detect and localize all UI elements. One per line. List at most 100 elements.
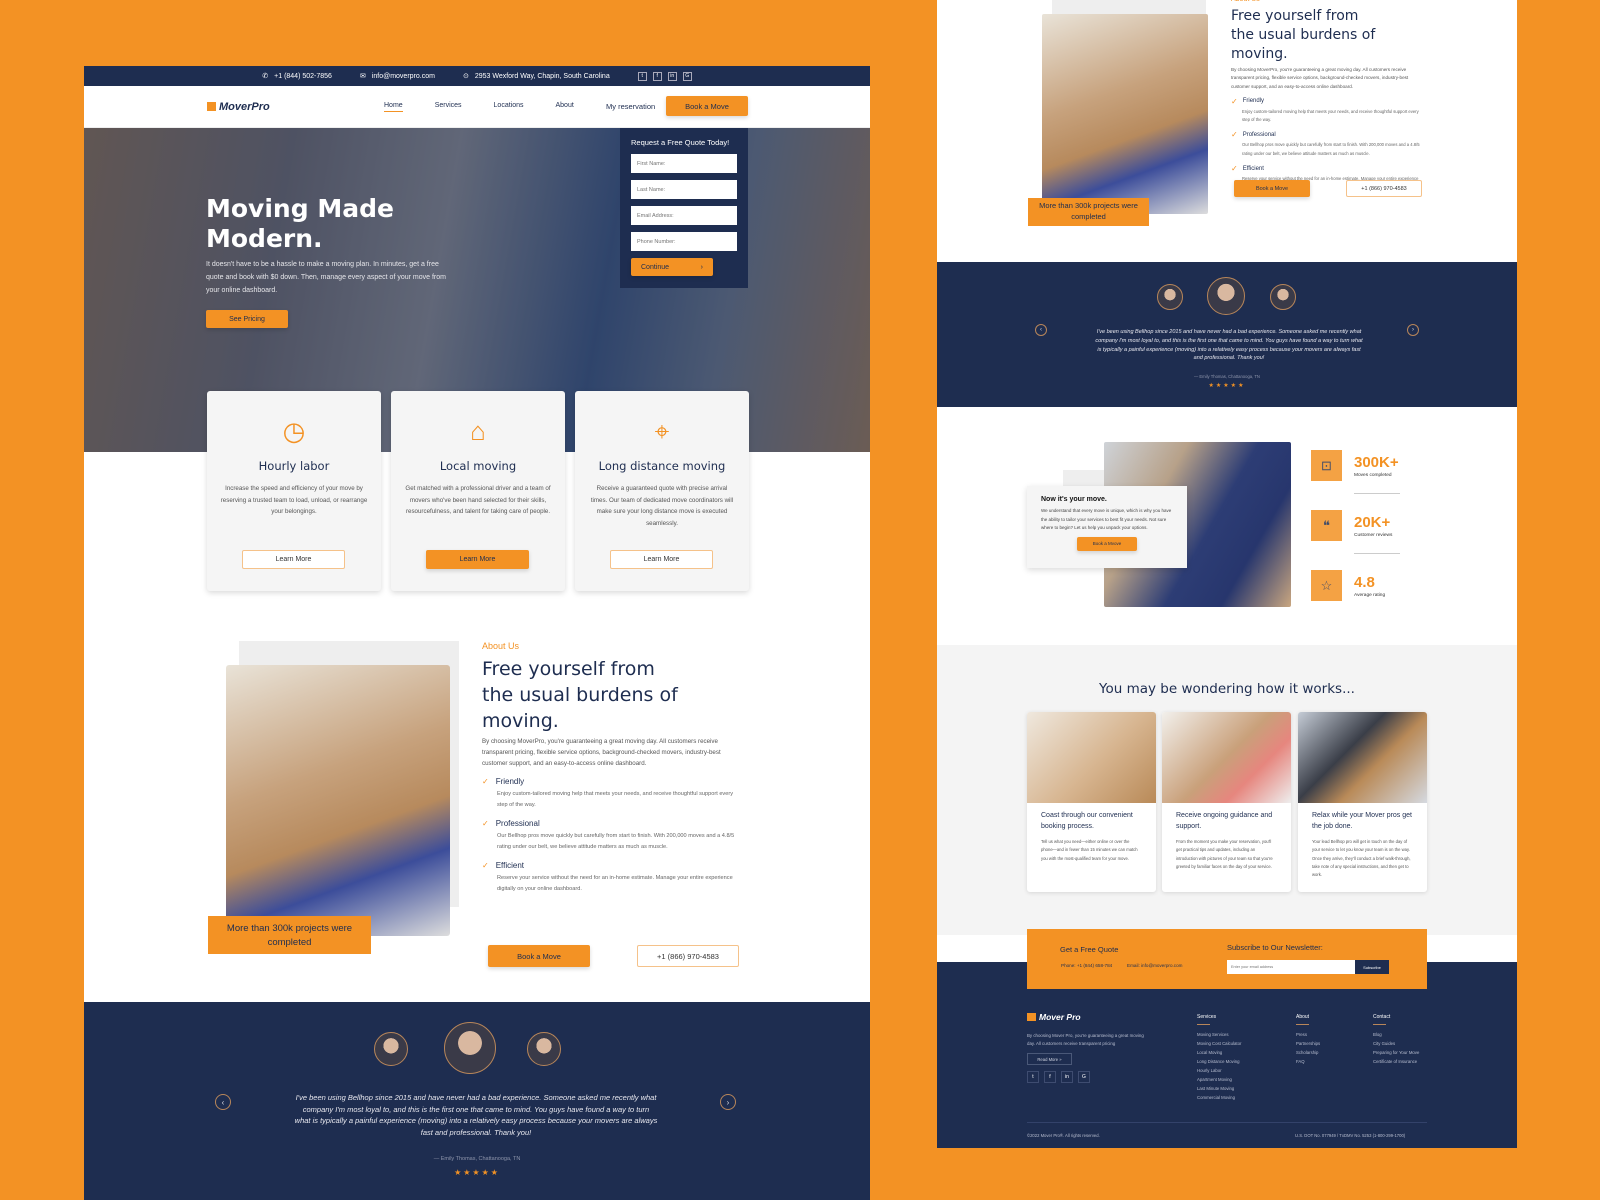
subscribe-button[interactable]: Subscribe [1355,960,1389,974]
check-icon: ✓ [1231,130,1238,140]
newsletter-email-input[interactable] [1227,960,1355,974]
see-pricing-button[interactable]: See Pricing [206,310,288,328]
chevron-right-icon: › [700,263,703,271]
prev-arrow-icon[interactable]: ‹ [215,1094,231,1110]
twitter-icon[interactable]: t [1027,1071,1039,1083]
feature-item: ✓ Professional Our Bellhop pros move quick… [482,819,735,850]
free-quote-title: Get a Free Quote [1060,945,1119,954]
footer-link[interactable]: Moving Cost Calculator [1197,1039,1241,1048]
footer-link[interactable]: Commercial Moving [1197,1093,1241,1102]
projects-badge: More than 300k projects were completed [1028,198,1149,226]
email-input[interactable] [631,206,737,225]
feature-item: ✓ Efficient Reserve your service without t… [482,861,733,892]
about-phone-button[interactable]: +1 (866) 970-4583 [637,945,739,967]
logo-mark-icon [207,102,216,111]
avatar[interactable] [374,1032,408,1066]
dot-license: U.S. DOT No. 077949 / TxDMV No. 5253 (1-… [1295,1133,1406,1138]
logo[interactable]: MoverPro [207,101,270,113]
footer-link[interactable]: Press [1296,1030,1320,1039]
prev-arrow-icon[interactable]: ‹ [1035,324,1047,336]
footer-link[interactable]: Hourly Labor [1197,1066,1241,1075]
rating-stars: ★★★★★ [454,1168,500,1177]
footer-description: By choosing Mover Pro, you're guaranteei… [1027,1033,1144,1047]
continue-button[interactable]: Continue › [631,258,713,276]
phone-input[interactable] [631,232,737,251]
facebook-icon[interactable]: f [652,71,662,81]
service-card: ⌖ Long distance moving Receive a guarant… [575,391,749,591]
location-pin-icon: ⊙ [462,73,469,80]
learn-more-button[interactable]: Learn More [426,550,529,569]
topbar-address: ⊙ 2953 Wexford Way, Chapin, South Carolin… [462,72,610,81]
about-book-button[interactable]: Book a Move [488,945,590,967]
google-icon[interactable]: G [1078,1071,1090,1083]
about-tag: About Us [1231,0,1427,3]
topbar-phone[interactable]: ✆ +1 (844) 502-7856 [262,72,332,81]
step-card: Receive ongoing guidance and support. Fro… [1162,712,1291,892]
nav-about[interactable]: About [556,102,574,112]
your-move-book-button[interactable]: Book a Mvove [1077,536,1137,551]
quote-phone[interactable]: Phone: +1 (844) 658-784 [1061,963,1112,968]
footer-quote-bar: Get a Free Quote Phone: +1 (844) 658-784… [1027,929,1427,989]
testimonial-author: — Emily Thomas, Chattanooga, TN [1194,374,1260,379]
linkedin-icon[interactable]: in [1061,1071,1073,1083]
rating-stars: ★★★★★ [1208,383,1246,389]
footer-link[interactable]: Last Minute Moving [1197,1084,1241,1093]
your-move-title: Now it's your move. [1041,496,1107,503]
stat-item: ⊡ 300K+ Moves completed [1311,450,1399,481]
footer-link[interactable]: Scholarship [1296,1048,1320,1057]
logo-mark-icon [1027,1013,1036,1021]
homepage-left: ✆ +1 (844) 502-7856 ✉ info@moverpro.com ⊙ 2… [84,66,870,1200]
google-icon[interactable]: G [682,71,692,81]
learn-more-button[interactable]: Learn More [242,550,345,569]
nav-locations[interactable]: Locations [494,102,524,112]
family-van-image [1298,712,1427,803]
learn-more-button[interactable]: Learn More [610,550,713,569]
avatar[interactable] [1157,284,1183,310]
facebook-icon[interactable]: f [1044,1071,1056,1083]
avatar-active[interactable] [444,1022,496,1074]
check-icon: ✓ [482,777,489,786]
stats-section: Now it's your move. We understand that e… [937,440,1517,610]
movers-van-image [1042,14,1208,214]
footer-link[interactable]: Moving Services [1197,1030,1241,1039]
first-name-input[interactable] [631,154,737,173]
footer-link[interactable]: FAQ [1296,1057,1320,1066]
how-title: You may be wondering how it works... [1099,681,1355,697]
avatar-active[interactable] [1207,277,1245,315]
my-reservation-link[interactable]: My reservation [606,102,655,111]
twitter-icon[interactable]: t [637,71,647,81]
book-a-move-button[interactable]: Book a Move [666,96,748,116]
footer-link[interactable]: Local Moving [1197,1048,1241,1057]
about-phone-button[interactable]: +1 (866) 970-4583 [1346,180,1422,197]
footer-link[interactable]: Blog [1373,1030,1419,1039]
step-card: Coast through our convenient booking pro… [1027,712,1156,892]
about-book-button[interactable]: Book a Move [1234,180,1310,197]
check-icon: ✓ [482,819,489,828]
last-name-input[interactable] [631,180,737,199]
footer-link[interactable]: Certificate of Insurance [1373,1057,1419,1066]
avatar[interactable] [527,1032,561,1066]
service-title: Local moving [439,459,517,473]
next-arrow-icon[interactable]: › [1407,324,1419,336]
footer-link[interactable]: Long Distance Moving [1197,1057,1241,1066]
next-arrow-icon[interactable]: › [720,1094,736,1110]
review-bubble-icon: ❝ [1311,510,1342,541]
read-more-button[interactable]: Read More » [1027,1053,1072,1065]
quote-email[interactable]: Email: info@moverpro.com [1127,963,1182,968]
nav-services[interactable]: Services [435,102,462,112]
footer-link[interactable]: Partnerships [1296,1039,1320,1048]
footer-link[interactable]: Preparing for Your Move [1373,1048,1419,1057]
footer-link[interactable]: Apartment Moving [1197,1075,1241,1084]
linkedin-icon[interactable]: in [667,71,677,81]
footer-logo[interactable]: Mover Pro [1027,1012,1081,1022]
service-text: Get matched with a professional driver a… [405,485,551,515]
avatar[interactable] [1270,284,1296,310]
service-title: Long distance moving [598,459,726,473]
your-move-text: We understand that every move is unique,… [1041,508,1172,530]
topbar-email[interactable]: ✉ info@moverpro.com [360,72,435,81]
homepage-right: More than 300k projects were completed A… [937,0,1517,1148]
nav-home[interactable]: Home [384,102,403,112]
route-pin-clock-icon: ⌖ [654,416,670,446]
service-text: Increase the speed and efficiency of you… [220,485,368,515]
footer-link[interactable]: City Guides [1373,1039,1419,1048]
